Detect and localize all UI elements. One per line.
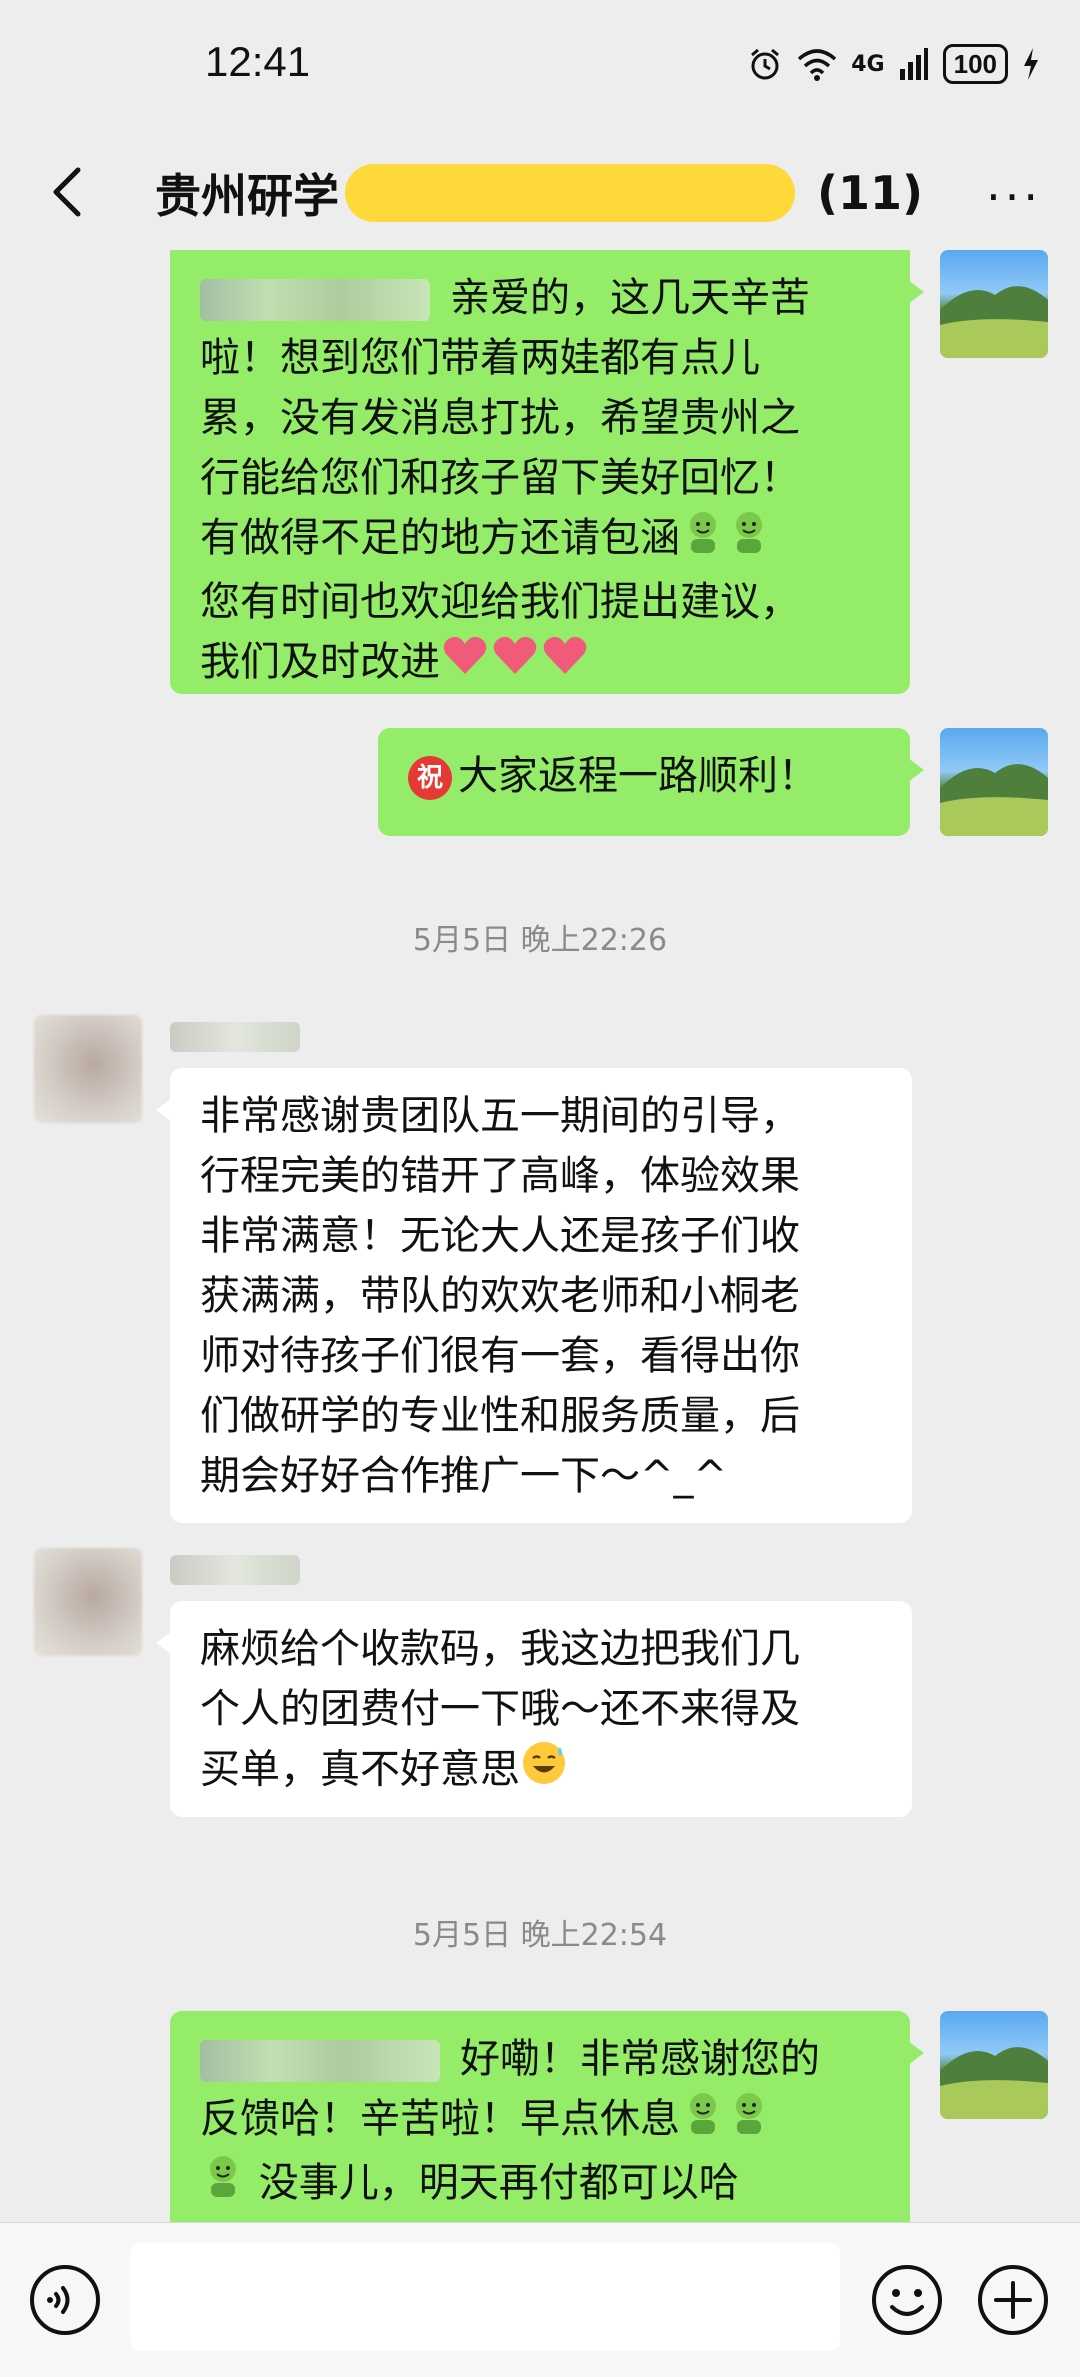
chat-title: 贵州研学 (11) [155, 160, 923, 226]
sweat-smile-emoji-icon [520, 1739, 568, 1804]
message-bubble-outgoing[interactable]: 祝大家返程一路顺利！ [378, 728, 924, 836]
message-line: 行程完美的错开了高峰，体验效果 [200, 1153, 800, 1199]
blurred-name [200, 279, 430, 321]
redaction-mark [345, 164, 795, 222]
smiley-emoji-icon [200, 2153, 246, 2216]
landscape-avatar-image [940, 286, 1048, 358]
battery-indicator: 100 [942, 44, 1008, 84]
message-line: 有做得不足的地方还请包涵 [200, 508, 880, 572]
message-line: 期会好好合作推广一下～^_^ [200, 1453, 728, 1499]
smiley-emoji-icon [680, 509, 726, 572]
smiley-emoji-icon [726, 509, 772, 572]
message-line: 啦！想到您们带着两娃都有点儿 [200, 335, 760, 381]
sender-name-blurred [170, 1555, 300, 1585]
signal-icon [899, 48, 928, 80]
my-avatar[interactable] [940, 728, 1048, 836]
message-line: 买单，真不好意思 [200, 1739, 882, 1804]
alarm-icon [751, 48, 780, 80]
message-bubble-outgoing[interactable]: 亲爱的，这几天辛苦 啦！想到您们带着两娃都有点儿 累，没有发消息打扰，希望贵州之… [170, 250, 924, 696]
message-bubble-incoming[interactable]: 麻烦给个收款码，我这边把我们几 个人的团费付一下哦～还不来得及 买单，真不好意思 [156, 1601, 912, 1817]
message-line: 亲爱的，这几天辛苦 [200, 268, 880, 328]
status-bar: 12:41 4G 100 [0, 0, 1080, 140]
message-line: 累，没有发消息打扰，希望贵州之 [200, 395, 800, 441]
message-text: 大家返程一路顺利！ [458, 753, 818, 799]
message-line: 没事儿，明天再付都可以哈 [200, 2153, 880, 2217]
status-icons: 4G 100 [747, 44, 1040, 84]
network-type-label: 4G [851, 51, 885, 77]
blessing-icon: 祝 [408, 756, 452, 800]
message-line: 行能给您们和孩子留下美好回忆！ [200, 455, 800, 501]
message-line: 您有时间也欢迎给我们提出建议， [200, 578, 800, 625]
message-line: 好嘞！非常感谢您的 [200, 2029, 880, 2089]
smiley-emoji-icon [726, 2090, 772, 2153]
landscape-avatar-image [940, 2047, 1048, 2119]
message-input[interactable] [130, 2243, 840, 2351]
wifi-icon [798, 49, 837, 81]
member-count: (11) [817, 166, 924, 220]
message-line: 获满满，带队的欢欢老师和小桐老 [200, 1273, 800, 1319]
message-line: 师对待孩子们很有一套，看得出你 [200, 1333, 800, 1379]
group-name: 贵州研学 [155, 169, 339, 223]
message-bubble-incoming[interactable]: 非常感谢贵团队五一期间的引导， 行程完美的错开了高峰，体验效果 非常满意！无论大… [156, 1068, 912, 1523]
message-line: 非常感谢贵团队五一期间的引导， [200, 1093, 800, 1139]
status-time: 12:41 [205, 38, 311, 85]
more-functions-button[interactable] [976, 2263, 1050, 2337]
more-options-button[interactable]: ··· [986, 170, 1042, 224]
my-avatar[interactable] [940, 2011, 1048, 2119]
message-line: 个人的团费付一下哦～还不来得及 [200, 1686, 800, 1732]
chat-header: 贵州研学 (11) ··· [0, 140, 1080, 250]
heart-icon [440, 632, 590, 695]
message-bubble-outgoing[interactable]: 好嘞！非常感谢您的 反馈哈！辛苦啦！早点休息 没事儿，明天再付都可以哈 [170, 2011, 924, 2222]
charging-icon [1024, 48, 1038, 80]
message-timestamp: 5月5日 晚上22:54 [412, 1918, 668, 1953]
contact-avatar[interactable] [34, 1548, 142, 1656]
sender-name-blurred [170, 1022, 300, 1052]
voice-input-button[interactable] [28, 2263, 102, 2337]
landscape-avatar-image [940, 764, 1048, 836]
message-list[interactable]: 亲爱的，这几天辛苦 啦！想到您们带着两娃都有点儿 累，没有发消息打扰，希望贵州之… [0, 250, 1080, 2222]
smiley-emoji-icon [680, 2090, 726, 2153]
emoji-button[interactable] [870, 2263, 944, 2337]
input-bar [0, 2222, 1080, 2377]
my-avatar[interactable] [940, 250, 1048, 358]
message-line: 反馈哈！辛苦啦！早点休息 [200, 2089, 880, 2153]
blurred-name [200, 2040, 440, 2082]
message-timestamp: 5月5日 晚上22:26 [412, 923, 668, 958]
message-line: 非常满意！无论大人还是孩子们收 [200, 1213, 800, 1259]
contact-avatar[interactable] [34, 1015, 142, 1123]
back-button[interactable] [40, 162, 100, 222]
message-line: 我们及时改进 [200, 632, 880, 696]
message-line: 麻烦给个收款码，我这边把我们几 [200, 1626, 800, 1672]
message-line: 们做研学的专业性和服务质量，后 [200, 1393, 800, 1439]
